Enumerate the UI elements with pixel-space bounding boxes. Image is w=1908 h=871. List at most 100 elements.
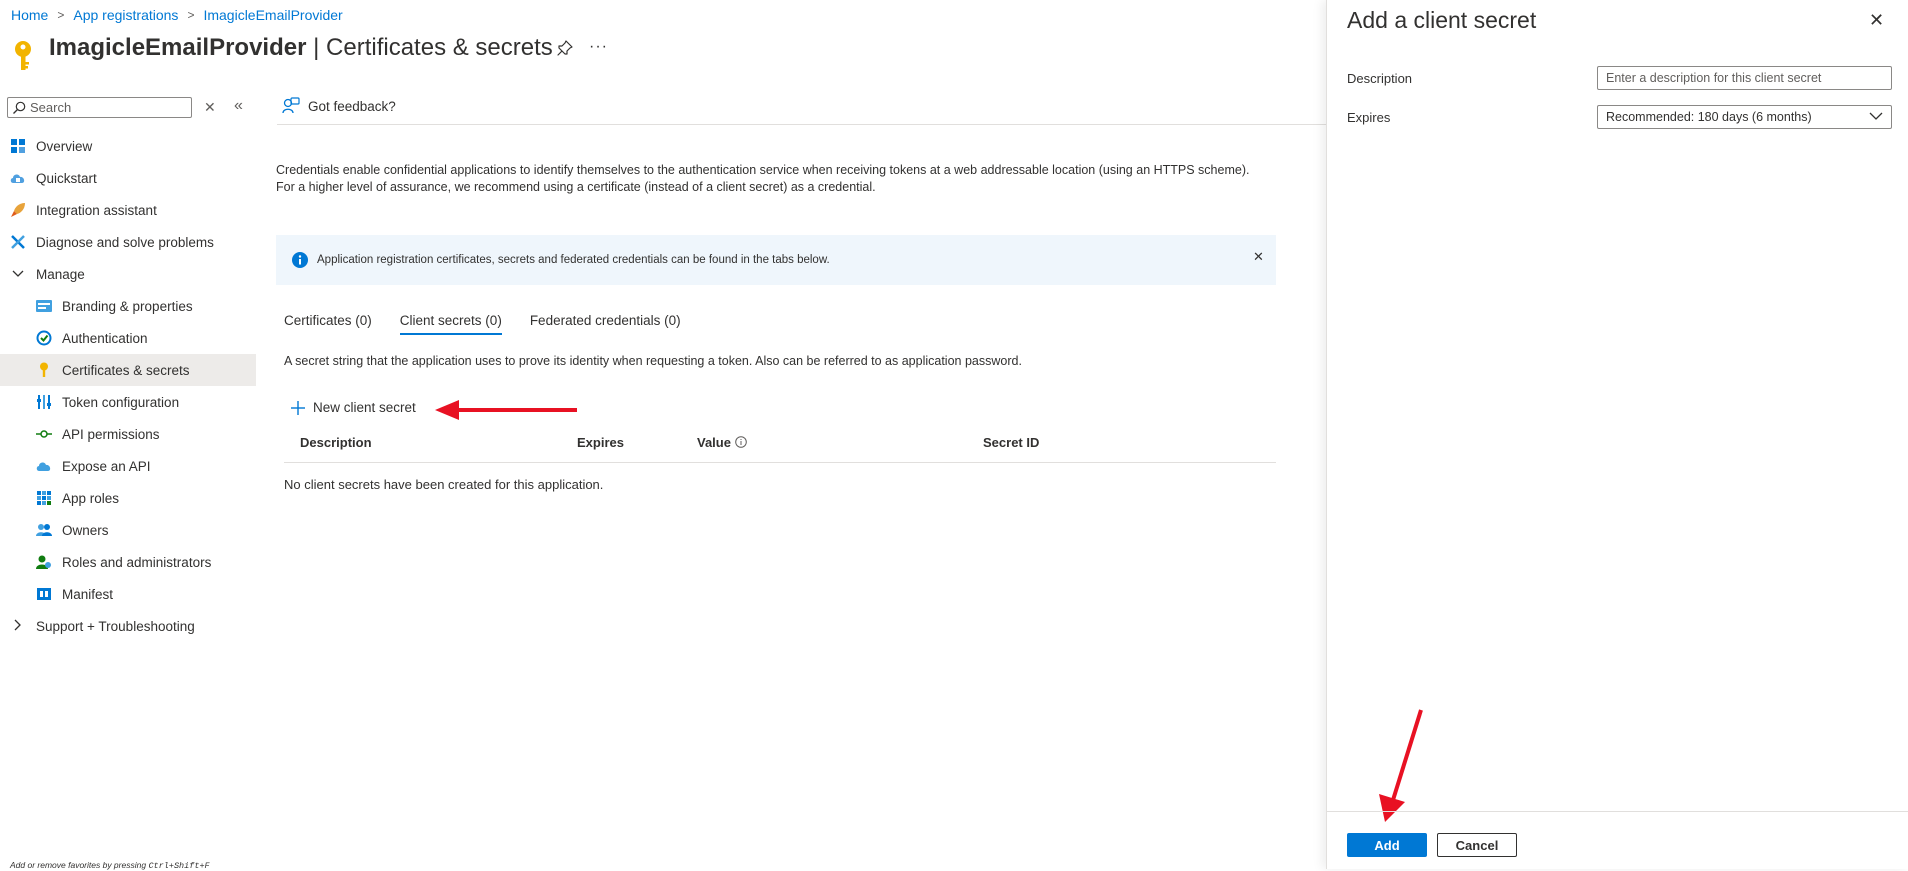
sidebar-item-quickstart[interactable]: Quickstart (0, 162, 256, 194)
empty-state-message: No client secrets have been created for … (284, 477, 604, 492)
breadcrumb-app-registrations[interactable]: App registrations (73, 7, 178, 23)
sidebar-item-manifest[interactable]: Manifest (0, 578, 256, 610)
feedback-button[interactable]: Got feedback? (282, 97, 396, 115)
feedback-label: Got feedback? (308, 98, 396, 114)
breadcrumb-home[interactable]: Home (11, 7, 48, 23)
client-secrets-description: A secret string that the application use… (284, 354, 1022, 368)
sidebar-item-label: Expose an API (62, 458, 151, 474)
pin-icon[interactable] (557, 40, 573, 56)
annotation-arrow (435, 400, 577, 420)
more-options-icon[interactable]: ··· (589, 38, 608, 56)
info-bar-text: Application registration certificates, s… (317, 254, 830, 266)
sidebar-item-label: Quickstart (36, 170, 97, 186)
sidebar-item-label: App roles (62, 490, 120, 506)
credentials-description: Credentials enable confidential applicat… (276, 163, 1250, 194)
sidebar-item-label: Integration assistant (36, 202, 157, 218)
description-field[interactable] (1597, 66, 1892, 90)
favorites-shortcut: Ctrl+Shift+F (148, 861, 210, 871)
info-bar: Application registration certificates, s… (276, 235, 1276, 285)
wrench-icon (10, 234, 26, 250)
cancel-button[interactable]: Cancel (1437, 833, 1517, 857)
chevron-right-icon: > (57, 8, 65, 22)
sidebar-item-integration-assistant[interactable]: Integration assistant (0, 194, 256, 226)
sidebar-item-expose-api[interactable]: Expose an API (0, 450, 256, 482)
info-icon (292, 252, 308, 268)
tab-federated-credentials[interactable]: Federated credentials (0) (530, 313, 681, 335)
key-icon (36, 362, 52, 378)
search-icon (13, 101, 26, 114)
sidebar-item-label: Owners (62, 522, 109, 538)
annotation-arrow (1379, 709, 1423, 822)
chevron-right-icon: > (187, 8, 195, 22)
sidebar-item-token-configuration[interactable]: Token configuration (0, 386, 256, 418)
panel-title: Add a client secret (1347, 7, 1537, 33)
sidebar-item-label: Manage (36, 266, 85, 282)
add-client-secret-panel: Add a client secret ✕ Description Expire… (1326, 0, 1908, 869)
new-client-secret-button[interactable]: New client secret (291, 400, 416, 415)
sidebar-item-label: Token configuration (62, 394, 180, 410)
page-title-app: ImagicleEmailProvider (49, 34, 307, 61)
sidebar-search (7, 97, 192, 118)
sidebar-item-app-roles[interactable]: App roles (0, 482, 256, 514)
chevron-right-icon (10, 619, 26, 634)
branding-icon (36, 298, 52, 314)
info-icon[interactable] (734, 436, 747, 448)
close-icon[interactable]: ✕ (1253, 249, 1264, 265)
sidebar-item-label: Branding & properties (62, 298, 193, 314)
roles-icon (36, 554, 52, 570)
sidebar-group-manage[interactable]: Manage (0, 258, 256, 290)
quickstart-icon (10, 170, 26, 186)
page-title: ImagicleEmailProvider | Certificates & s… (49, 34, 553, 62)
column-description: Description (300, 435, 372, 450)
chevron-down-icon (1869, 112, 1883, 120)
manifest-icon (36, 586, 52, 602)
sidebar-item-authentication[interactable]: Authentication (0, 322, 256, 354)
page-title-separator: | (306, 34, 327, 61)
sidebar-group-support[interactable]: Support + Troubleshooting (0, 610, 256, 642)
overview-icon (10, 138, 26, 154)
secrets-tabs: Certificates (0) Client secrets (0) Fede… (284, 313, 681, 335)
close-icon[interactable]: ✕ (1869, 10, 1884, 31)
sidebar-item-roles-administrators[interactable]: Roles and administrators (0, 546, 256, 578)
expires-dropdown[interactable]: Recommended: 180 days (6 months) (1597, 105, 1892, 129)
token-icon (36, 394, 52, 410)
tab-client-secrets[interactable]: Client secrets (0) (399, 313, 502, 335)
sidebar-item-diagnose[interactable]: Diagnose and solve problems (0, 226, 256, 258)
sidebar-item-label: Overview (36, 138, 93, 154)
divider (277, 124, 1327, 125)
collapse-sidebar-icon[interactable]: « (234, 97, 243, 115)
breadcrumb-app[interactable]: ImagicleEmailProvider (203, 7, 342, 23)
sidebar-item-branding[interactable]: Branding & properties (0, 290, 256, 322)
column-secret-id: Secret ID (983, 435, 1040, 450)
sidebar-item-label: Certificates & secrets (62, 362, 190, 378)
sidebar-item-label: Diagnose and solve problems (36, 234, 214, 250)
authentication-icon (36, 330, 52, 346)
sidebar-item-owners[interactable]: Owners (0, 514, 256, 546)
divider (1327, 811, 1908, 812)
breadcrumb: Home > App registrations > ImagicleEmail… (11, 7, 343, 23)
sidebar-item-overview[interactable]: Overview (0, 130, 256, 162)
expires-selected-value: Recommended: 180 days (6 months) (1606, 110, 1812, 124)
clear-search-icon[interactable]: ✕ (204, 99, 216, 116)
add-button[interactable]: Add (1347, 833, 1427, 857)
favorites-hint: Add or remove favorites by pressing Ctrl… (10, 860, 210, 871)
sidebar-search-input[interactable] (30, 99, 185, 116)
app-roles-icon (36, 490, 52, 506)
owners-icon (36, 522, 52, 538)
expires-label: Expires (1347, 110, 1391, 125)
api-permissions-icon (36, 426, 52, 442)
sidebar-item-certificates-secrets[interactable]: Certificates & secrets (0, 354, 256, 386)
sidebar-item-label: API permissions (62, 426, 160, 442)
tab-certificates[interactable]: Certificates (0) (284, 313, 372, 335)
secrets-table-header: Description Expires Value Secret ID (284, 435, 1276, 463)
new-client-secret-label: New client secret (313, 400, 416, 415)
sidebar-item-label: Authentication (62, 330, 148, 346)
chevron-down-icon (10, 267, 26, 281)
description-label: Description (1347, 71, 1413, 86)
cloud-icon (36, 458, 52, 474)
sidebar-item-label: Manifest (62, 586, 114, 602)
sidebar-item-label: Support + Troubleshooting (36, 618, 195, 634)
sidebar-item-api-permissions[interactable]: API permissions (0, 418, 256, 450)
feedback-icon (282, 97, 300, 114)
sidebar-item-label: Roles and administrators (62, 554, 212, 570)
